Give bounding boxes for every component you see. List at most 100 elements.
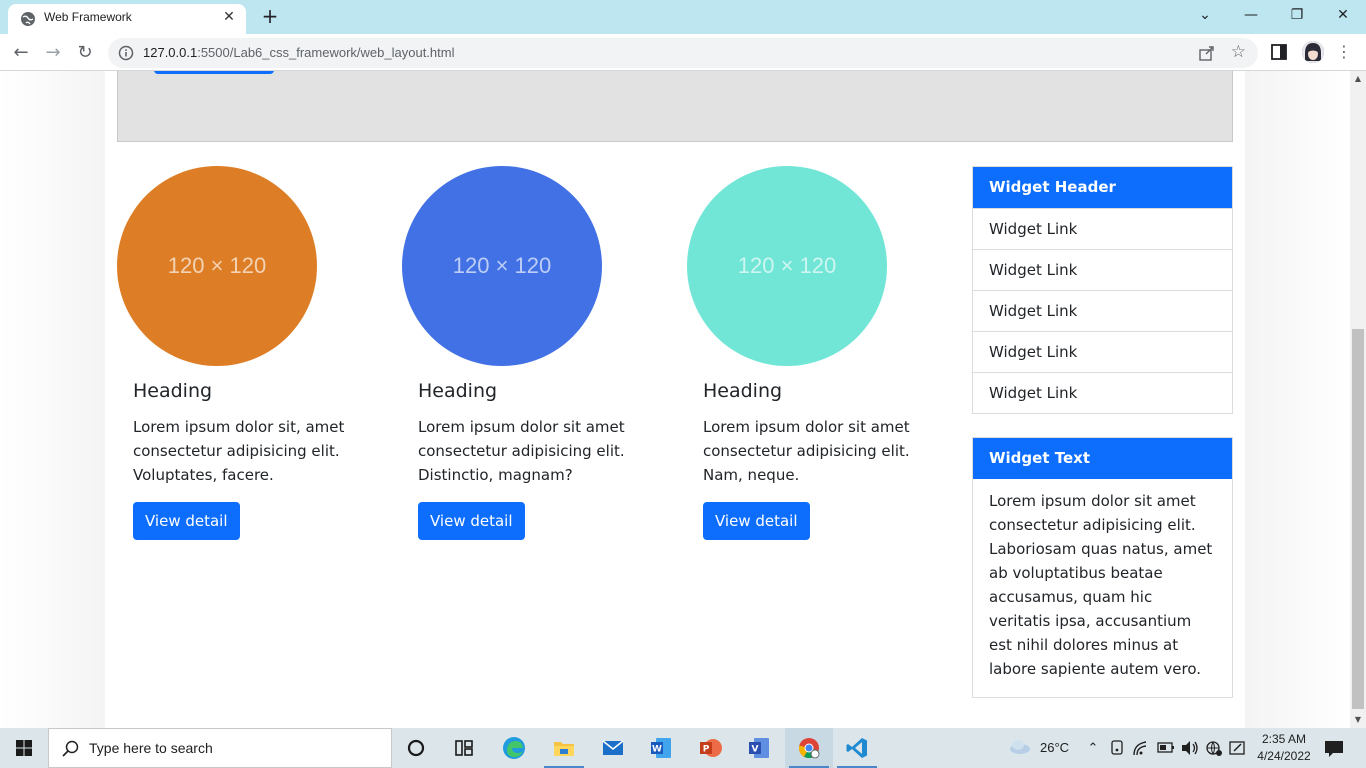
browser-tab-strip: Web Framework ✕ + ⌄ — ❐ ✕: [0, 0, 1366, 34]
taskbar-chrome[interactable]: [785, 728, 833, 768]
back-arrow-icon[interactable]: ←: [8, 40, 34, 66]
tray-chevron-up-icon[interactable]: ⌃: [1084, 728, 1102, 768]
view-detail-button[interactable]: View detail: [703, 502, 810, 540]
widget-text-panel: Widget Text Lorem ipsum dolor sit amet c…: [972, 437, 1233, 698]
page-container: 120 × 120 Heading Lorem ipsum dolor sit,…: [105, 71, 1245, 728]
scroll-up-arrow-icon[interactable]: ▲: [1350, 71, 1366, 87]
cortana-circle-icon: [407, 739, 425, 757]
tray-network-device[interactable]: [1108, 728, 1128, 768]
close-tab-icon[interactable]: ✕: [220, 8, 238, 26]
widget-links-panel: Widget Header Widget Link Widget Link Wi…: [972, 166, 1233, 414]
powerpoint-icon: P: [700, 739, 722, 757]
battery-icon: [1157, 742, 1174, 753]
reload-icon[interactable]: ↻: [72, 40, 98, 66]
browser-toolbar: ← → ↻ 127.0.0.1:5500/Lab6_css_framework/…: [0, 34, 1366, 71]
widget-header: Widget Header: [973, 167, 1232, 208]
widget-link-item[interactable]: Widget Link: [973, 331, 1232, 372]
address-bar[interactable]: 127.0.0.1:5500/Lab6_css_framework/web_la…: [108, 38, 1258, 68]
search-placeholder: Type here to search: [89, 740, 213, 756]
placeholder-image: 120 × 120: [117, 166, 317, 366]
avatar-icon: [1302, 41, 1324, 63]
jumbotron-button[interactable]: [154, 71, 274, 74]
vscode-icon: [846, 738, 867, 758]
widget-link-item[interactable]: Widget Link: [973, 290, 1232, 331]
visio-icon: V: [749, 738, 769, 758]
taskbar-mail[interactable]: [589, 728, 637, 768]
clock-time: 2:35 AM: [1261, 732, 1307, 746]
tray-wifi[interactable]: [1132, 728, 1152, 768]
globe-sync-icon: [1206, 741, 1222, 756]
task-view-button[interactable]: [440, 728, 488, 768]
new-tab-button[interactable]: +: [258, 4, 282, 28]
word-icon: W: [651, 738, 671, 758]
minimize-button[interactable]: —: [1228, 0, 1274, 30]
windows-logo-icon: [16, 740, 32, 756]
search-icon: [62, 740, 79, 757]
profile-avatar[interactable]: [1302, 41, 1324, 63]
url-text: 127.0.0.1:5500/Lab6_css_framework/web_la…: [143, 45, 455, 60]
card-text: Lorem ipsum dolor sit amet consectetur a…: [703, 418, 910, 484]
tray-volume[interactable]: [1180, 728, 1200, 768]
taskbar-visio[interactable]: V: [735, 728, 783, 768]
cloud-icon: [1010, 740, 1030, 754]
taskbar-file-explorer[interactable]: [540, 728, 588, 768]
weather-widget[interactable]: 26°C: [1008, 728, 1078, 768]
scroll-thumb[interactable]: [1352, 329, 1364, 709]
page-margin-left: [0, 71, 105, 728]
tab-title: Web Framework: [44, 10, 132, 24]
bookmark-star-icon[interactable]: ☆: [1231, 42, 1246, 62]
chrome-icon: [798, 738, 820, 759]
cortana-button[interactable]: [392, 728, 440, 768]
task-view-icon: [455, 740, 473, 756]
widget-text-header: Widget Text: [973, 438, 1232, 479]
tray-battery[interactable]: [1156, 728, 1176, 768]
mail-icon: [602, 740, 624, 755]
page-viewport: 120 × 120 Heading Lorem ipsum dolor sit,…: [0, 71, 1350, 728]
taskbar-search-box[interactable]: Type here to search: [48, 728, 392, 768]
wifi-icon: [1133, 741, 1147, 756]
card-text: Lorem ipsum dolor sit amet consectetur a…: [418, 418, 625, 484]
taskbar-edge[interactable]: [490, 728, 538, 768]
menu-kebab-icon[interactable]: ⋮: [1334, 40, 1354, 64]
card-text: Lorem ipsum dolor sit, amet consectetur …: [133, 418, 345, 484]
widget-link-item[interactable]: Widget Link: [973, 249, 1232, 290]
action-center[interactable]: [1322, 728, 1346, 768]
edge-icon: [503, 737, 525, 759]
start-button[interactable]: [0, 728, 48, 768]
system-clock[interactable]: 2:35 AM 4/24/2022: [1252, 731, 1316, 765]
jumbotron: [117, 71, 1233, 142]
view-detail-button[interactable]: View detail: [133, 502, 240, 540]
close-window-button[interactable]: ✕: [1320, 0, 1366, 30]
share-icon[interactable]: [1198, 44, 1216, 62]
placeholder-image: 120 × 120: [402, 166, 602, 366]
forward-arrow-icon[interactable]: →: [40, 40, 66, 66]
restore-button[interactable]: ❐: [1274, 0, 1320, 30]
tab-search-chevron-icon[interactable]: ⌄: [1182, 0, 1228, 30]
card-heading: Heading: [418, 380, 498, 402]
widget-link-item[interactable]: Widget Link: [973, 208, 1232, 249]
side-panel-icon[interactable]: [1271, 44, 1287, 60]
site-info-icon[interactable]: [118, 45, 134, 61]
notification-icon: [1325, 741, 1343, 757]
weather-temp: 26°C: [1040, 740, 1070, 755]
browser-tab-active[interactable]: Web Framework ✕: [8, 4, 246, 34]
device-icon: [1111, 740, 1123, 755]
taskbar-powerpoint[interactable]: P: [686, 728, 734, 768]
svg-text:W: W: [652, 745, 662, 755]
card-heading: Heading: [133, 380, 213, 402]
page-scrollbar[interactable]: ▲ ▼: [1350, 71, 1366, 728]
view-detail-button[interactable]: View detail: [418, 502, 525, 540]
tray-language[interactable]: [1204, 728, 1224, 768]
scroll-down-arrow-icon[interactable]: ▼: [1350, 712, 1366, 728]
clock-date: 4/24/2022: [1257, 749, 1311, 763]
page-margin-right: [1245, 71, 1350, 728]
taskbar-vscode[interactable]: [833, 728, 881, 768]
globe-icon: [21, 12, 35, 26]
svg-text:V: V: [752, 745, 759, 755]
volume-icon: [1182, 741, 1198, 755]
tray-pen[interactable]: [1228, 728, 1248, 768]
taskbar-word[interactable]: W: [637, 728, 685, 768]
widget-link-item[interactable]: Widget Link: [973, 372, 1232, 413]
pen-workspace-icon: [1229, 741, 1245, 755]
placeholder-image: 120 × 120: [687, 166, 887, 366]
